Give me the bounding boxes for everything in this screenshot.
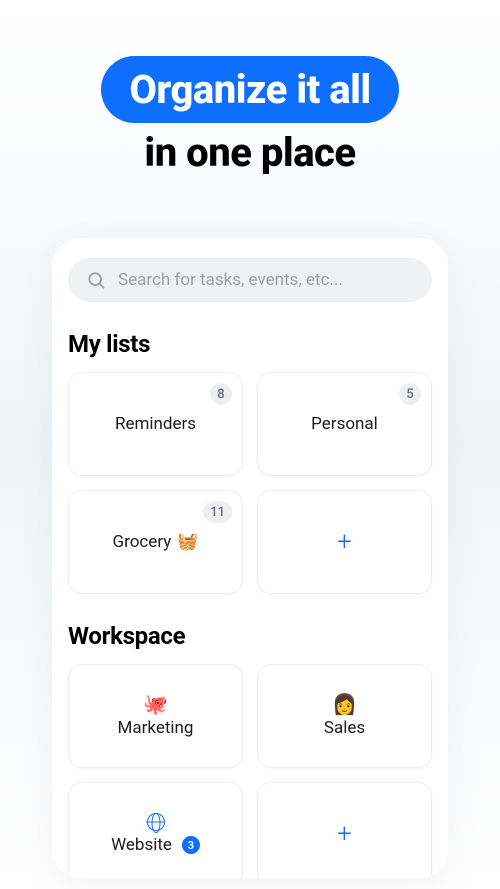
list-card-personal[interactable]: 5 Personal [257, 372, 432, 476]
card-label: Website 3 [111, 835, 200, 855]
basket-icon: 🧺 [177, 532, 198, 552]
hero-pill: Organize it all [101, 56, 398, 123]
workspace-card-marketing[interactable]: 🐙 Marketing [68, 664, 243, 768]
search-icon [86, 270, 106, 290]
card-label: Grocery 🧺 [113, 532, 199, 552]
plus-icon: + [337, 821, 352, 847]
hero: Organize it all in one place [0, 0, 500, 176]
my-lists-title: My lists [68, 330, 432, 358]
workspace-card-sales[interactable]: 👩 Sales [257, 664, 432, 768]
card-label: Sales [324, 718, 365, 738]
count-badge: 8 [210, 383, 232, 405]
lists-grid: 8 Reminders 5 Personal 11 Grocery 🧺 + [68, 372, 432, 594]
list-card-grocery[interactable]: 11 Grocery 🧺 [68, 490, 243, 594]
notification-badge: 3 [182, 836, 200, 854]
main-panel: Search for tasks, events, etc... My list… [52, 238, 448, 878]
search-placeholder: Search for tasks, events, etc... [118, 270, 343, 290]
list-card-reminders[interactable]: 8 Reminders [68, 372, 243, 476]
hero-subtitle: in one place [0, 129, 500, 176]
count-badge: 11 [203, 501, 232, 523]
card-label: Marketing [118, 718, 194, 738]
add-workspace-button[interactable]: + [257, 782, 432, 878]
card-label: Reminders [115, 414, 196, 434]
globe-icon [147, 813, 165, 831]
person-icon: 👩 [332, 694, 357, 714]
add-list-button[interactable]: + [257, 490, 432, 594]
card-label: Personal [311, 414, 378, 434]
octopus-icon: 🐙 [143, 694, 168, 714]
workspace-card-website[interactable]: Website 3 [68, 782, 243, 878]
workspace-grid: 🐙 Marketing 👩 Sales Website 3 + [68, 664, 432, 878]
workspace-title: Workspace [68, 622, 432, 650]
search-input[interactable]: Search for tasks, events, etc... [68, 258, 432, 302]
plus-icon: + [337, 529, 352, 555]
count-badge: 5 [399, 383, 421, 405]
